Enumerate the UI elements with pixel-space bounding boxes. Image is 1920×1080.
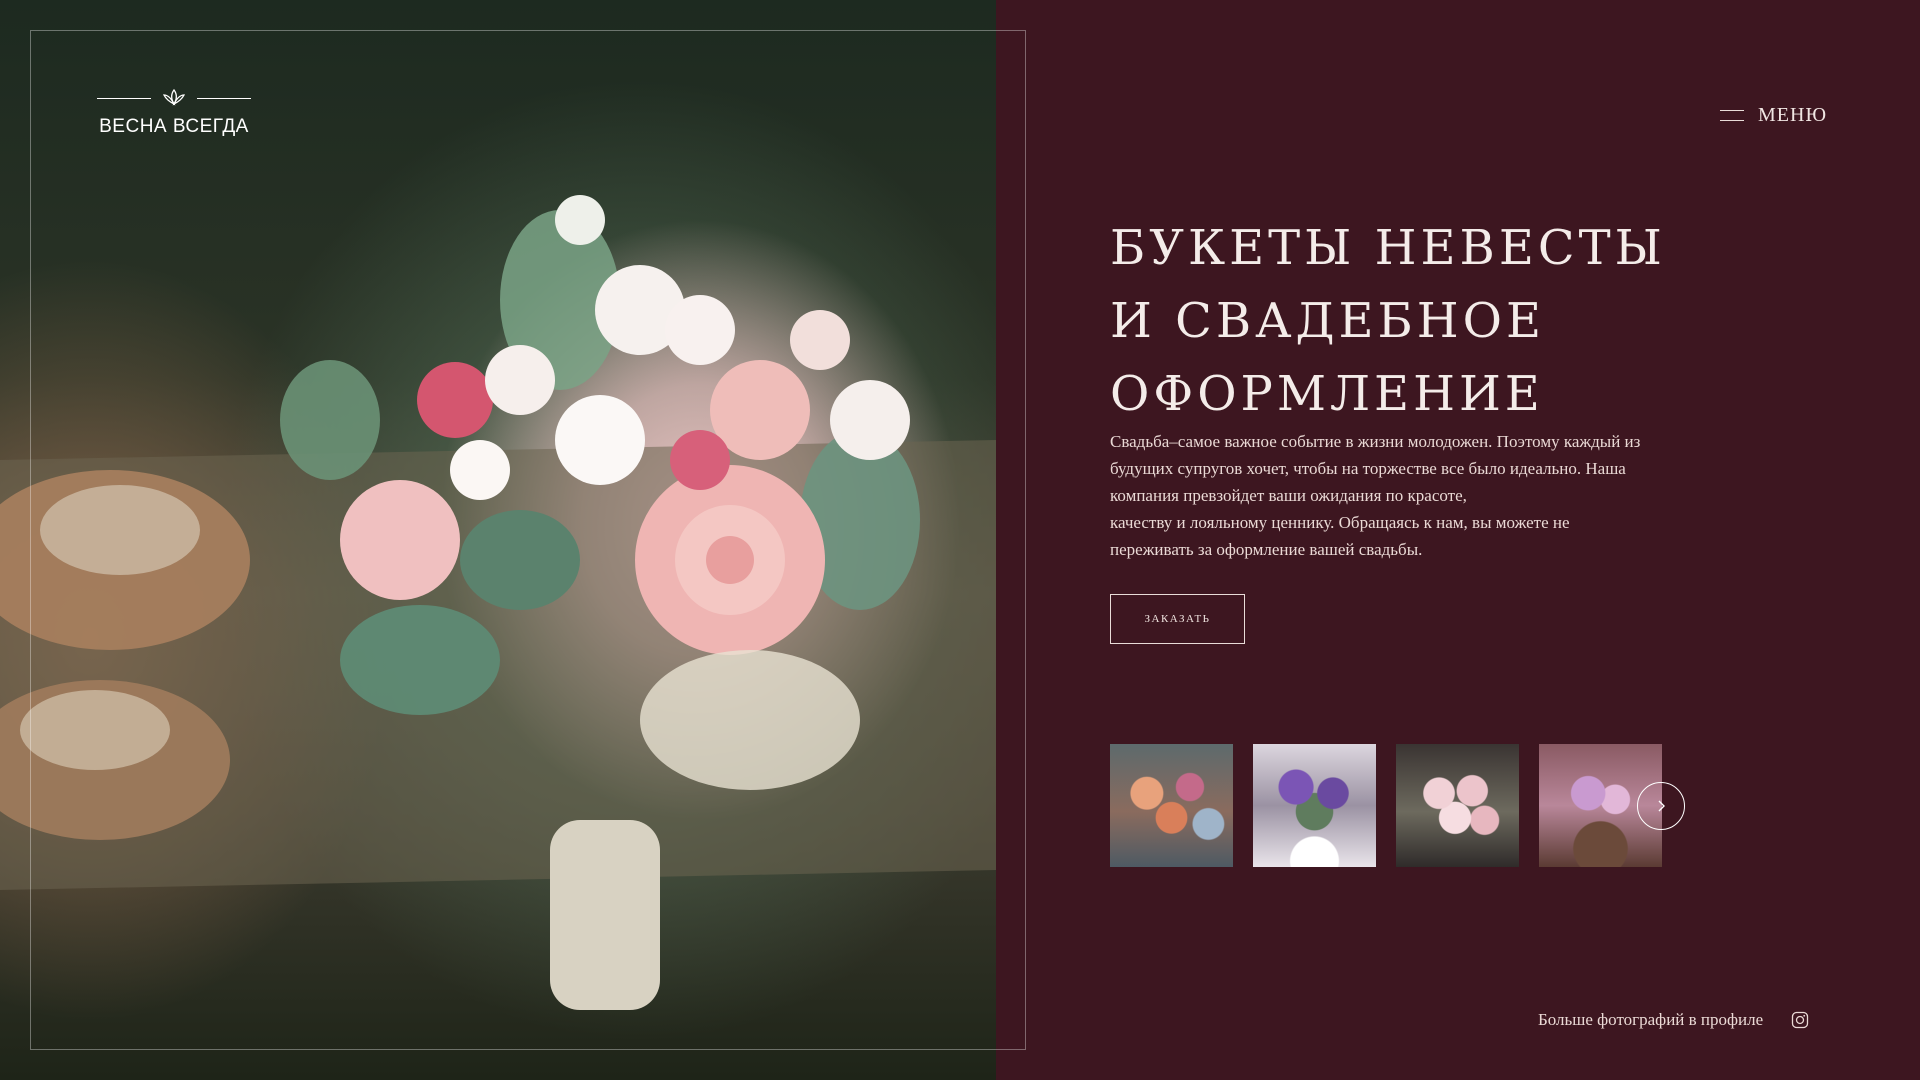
title-line: И СВАДЕБНОЕ <box>1110 293 1546 349</box>
page-title: БУКЕТЫ НЕВЕСТЫ И СВАДЕБНОЕ ОФОРМЛЕНИЕ <box>1110 212 1670 431</box>
bouquet-thumb-1[interactable] <box>1110 744 1233 867</box>
bouquet-illustration <box>0 195 996 1010</box>
hamburger-icon <box>1720 110 1744 121</box>
instagram-icon[interactable] <box>1791 1011 1809 1029</box>
profile-footer: Больше фотографий в профиле <box>1538 1010 1809 1030</box>
order-button[interactable]: ЗАКАЗАТЬ <box>1110 594 1245 644</box>
title-line: ОФОРМЛЕНИЕ <box>1110 366 1544 422</box>
logo-line-right <box>197 97 251 99</box>
description-line: переживать за оформление вашей свадьбы. <box>1110 540 1423 559</box>
gallery-thumbnails <box>1110 744 1662 867</box>
hero-photo <box>0 0 996 1080</box>
logo-mark <box>94 86 254 110</box>
description-line: компания превзойдет ваши ожидания по кра… <box>1110 486 1467 505</box>
title-line: БУКЕТЫ НЕВЕСТЫ <box>1110 220 1666 276</box>
description-line: Свадьба–самое важное событие в жизни мол… <box>1110 432 1641 451</box>
profile-link-text[interactable]: Больше фотографий в профиле <box>1538 1010 1763 1030</box>
description-line: качеству и лояльному ценнику. Обращаясь … <box>1110 513 1570 532</box>
bouquet-thumb-3[interactable] <box>1396 744 1519 867</box>
menu-button[interactable]: МЕНЮ <box>1720 104 1827 127</box>
bouquet-thumb-2[interactable] <box>1253 744 1376 867</box>
hero-description: Свадьба–самое важное событие в жизни мол… <box>1110 428 1690 563</box>
description-line: будущих супругов хочет, чтобы на торжест… <box>1110 459 1626 478</box>
lotus-icon <box>162 88 186 106</box>
logo-line-left <box>97 97 151 99</box>
brand-name: ВЕСНА ВСЕГДА <box>99 116 249 137</box>
gallery-next-button[interactable] <box>1637 782 1685 830</box>
menu-label: МЕНЮ <box>1758 104 1827 126</box>
brand-logo[interactable]: ВЕСНА ВСЕГДА <box>94 86 254 138</box>
chevron-right-icon <box>1658 800 1665 812</box>
